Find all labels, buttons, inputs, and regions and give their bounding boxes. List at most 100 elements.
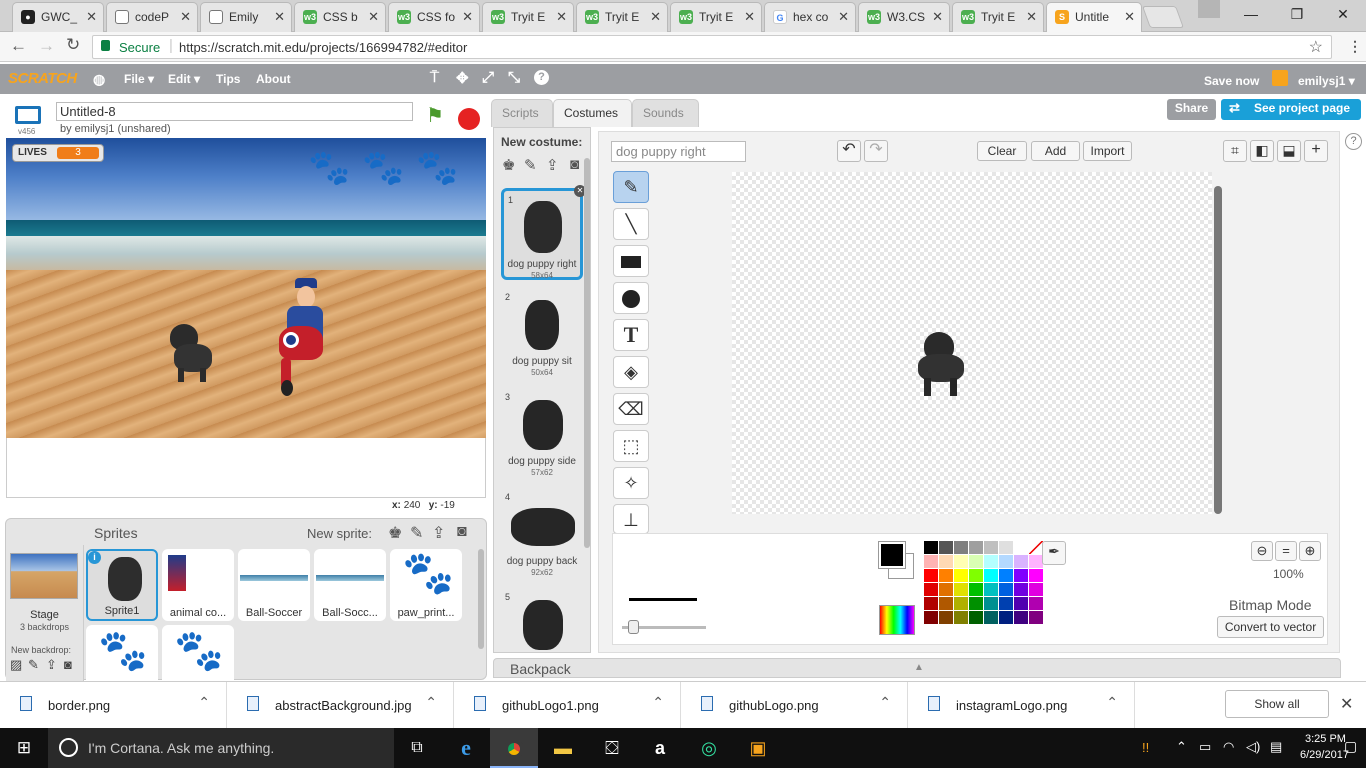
tripadvisor-icon[interactable]: ◎ — [685, 728, 733, 768]
new-tab-button[interactable] — [1141, 6, 1185, 28]
palette-swatch[interactable] — [939, 569, 953, 582]
costume-item[interactable]: 5 — [501, 588, 583, 652]
user-avatar[interactable] — [1272, 70, 1288, 86]
backpack-bar[interactable]: Backpack ▲ — [493, 658, 1341, 678]
paint-backdrop-icon[interactable]: ✎ — [28, 657, 39, 673]
tab-sounds[interactable]: Sounds — [632, 99, 699, 127]
browser-tab[interactable]: w3 Tryit E ✕ — [952, 2, 1044, 32]
keyboard-icon[interactable]: ▤ — [1270, 739, 1282, 755]
palette-swatch[interactable] — [969, 541, 983, 554]
chevron-up-icon[interactable]: ⌃ — [198, 694, 210, 711]
sprite-thumb-ball-socc[interactable]: Ball-Socc... — [314, 549, 386, 621]
close-window-icon[interactable]: ✕ — [1320, 0, 1366, 30]
browser-tab[interactable]: Ghex co ✕ — [764, 2, 856, 32]
line-tool[interactable]: ╲ — [613, 208, 649, 240]
palette-swatch[interactable] — [939, 611, 953, 624]
palette-swatch[interactable] — [984, 569, 998, 582]
upload-costume-icon[interactable]: ⇪ — [546, 156, 559, 174]
fullscreen-icon[interactable] — [15, 106, 41, 124]
palette-swatch[interactable] — [954, 597, 968, 610]
palette-swatch[interactable] — [924, 569, 938, 582]
browser-tab[interactable]: w3 CSS b ✕ — [294, 2, 386, 32]
palette-swatch[interactable] — [969, 583, 983, 596]
camera-costume-icon[interactable]: ◙ — [570, 156, 579, 173]
help-icon[interactable]: ? — [1345, 133, 1362, 150]
browser-tab[interactable]: ● GWC_ ✕ — [12, 2, 104, 32]
palette-swatch[interactable] — [1014, 569, 1028, 582]
share-button[interactable]: Share — [1167, 99, 1216, 120]
costume-item[interactable]: 4 dog puppy back 92x62 — [501, 488, 583, 580]
palette-swatch[interactable] — [999, 597, 1013, 610]
volume-icon[interactable]: ◁) — [1246, 739, 1260, 755]
amazon-icon[interactable]: a — [636, 728, 684, 768]
close-tab-icon[interactable]: ✕ — [274, 9, 285, 25]
download-item[interactable]: border.png ⌃ — [0, 682, 227, 728]
download-item[interactable]: githubLogo1.png ⌃ — [454, 682, 681, 728]
camera-icon[interactable]: ◙ — [457, 523, 467, 541]
file-menu[interactable]: File ▾ — [124, 72, 154, 86]
palette-swatch[interactable] — [984, 597, 998, 610]
palette-swatch[interactable] — [1029, 569, 1043, 582]
about-menu[interactable]: About — [256, 72, 291, 86]
primary-color-swatch[interactable] — [878, 541, 906, 569]
brush-tool[interactable]: ✎ — [613, 171, 649, 203]
paint-new-sprite-icon[interactable]: ✎ — [410, 523, 423, 543]
text-tool[interactable]: T — [613, 319, 649, 351]
see-project-page-button[interactable]: ⇄ See project page — [1221, 99, 1361, 120]
palette-swatch[interactable] — [1029, 555, 1043, 568]
save-now-link[interactable]: Save now — [1204, 74, 1259, 88]
upload-backdrop-icon[interactable]: ⇪ — [46, 657, 57, 673]
close-tab-icon[interactable]: ✕ — [744, 9, 755, 25]
info-icon[interactable]: i — [88, 551, 101, 564]
globe-icon[interactable]: ◍ — [93, 71, 105, 88]
palette-swatch[interactable] — [969, 555, 983, 568]
stage-thumbnail[interactable] — [10, 553, 78, 599]
tips-menu[interactable]: Tips — [216, 72, 240, 86]
palette-swatch[interactable] — [939, 555, 953, 568]
close-tab-icon[interactable]: ✕ — [1026, 9, 1037, 25]
browser-tab[interactable]: w3 CSS fo ✕ — [388, 2, 480, 32]
close-tab-icon[interactable]: ✕ — [932, 9, 943, 25]
palette-swatch[interactable] — [939, 541, 953, 554]
battery-icon[interactable]: ▭ — [1199, 739, 1211, 755]
tab-costumes[interactable]: Costumes — [553, 99, 632, 127]
palette-swatch[interactable] — [954, 555, 968, 568]
costume-library-icon[interactable]: ♚ — [502, 156, 515, 174]
clock-date[interactable]: 6/29/2017 — [1300, 749, 1349, 761]
chevron-up-icon[interactable]: ⌃ — [425, 694, 437, 711]
color-picker-gradient[interactable] — [879, 605, 915, 635]
fill-tool[interactable]: ◈ — [613, 356, 649, 388]
shrink-tool-icon[interactable]: ⤡ — [508, 69, 520, 86]
action-center-icon[interactable]: ▢ — [1344, 738, 1357, 755]
brush-size-handle[interactable] — [628, 620, 639, 634]
rectangle-tool[interactable] — [613, 245, 649, 277]
palette-swatch[interactable] — [1029, 611, 1043, 624]
chevron-up-icon[interactable]: ⌃ — [652, 694, 664, 711]
close-tab-icon[interactable]: ✕ — [86, 9, 97, 25]
palette-swatch[interactable] — [954, 569, 968, 582]
palette-swatch[interactable] — [1014, 597, 1028, 610]
costume-item[interactable]: 3 dog puppy side 57x62 — [501, 388, 583, 480]
crop-icon[interactable]: ⌗ — [1223, 140, 1247, 162]
palette-swatch[interactable] — [984, 583, 998, 596]
flip-vertical-icon[interactable]: ⬓ — [1277, 140, 1301, 162]
duplicate-tool-icon[interactable]: ⍑ — [430, 69, 439, 86]
camera-backdrop-icon[interactable]: ◙ — [64, 657, 72, 672]
eraser-tool[interactable]: ⌫ — [613, 393, 649, 425]
close-tab-icon[interactable]: ✕ — [650, 9, 661, 25]
palette-swatch[interactable] — [924, 583, 938, 596]
add-button[interactable]: Add — [1031, 141, 1080, 161]
file-explorer-icon[interactable]: ▬ — [539, 728, 587, 768]
chevron-up-icon[interactable]: ⌃ — [879, 694, 891, 711]
browser-tab[interactable]: w3 W3.CS ✕ — [858, 2, 950, 32]
palette-swatch[interactable] — [1014, 611, 1028, 624]
close-tab-icon[interactable]: ✕ — [1124, 9, 1135, 25]
close-tab-icon[interactable]: ✕ — [556, 9, 567, 25]
clear-button[interactable]: Clear — [977, 141, 1027, 161]
palette-swatch[interactable] — [1029, 583, 1043, 596]
zoom-reset-icon[interactable]: = — [1275, 541, 1297, 561]
select-tool[interactable]: ⬚ — [613, 430, 649, 462]
url-text[interactable]: https://scratch.mit.edu/projects/1669947… — [179, 40, 467, 55]
palette-swatch[interactable] — [924, 611, 938, 624]
tab-scripts[interactable]: Scripts — [491, 99, 553, 127]
